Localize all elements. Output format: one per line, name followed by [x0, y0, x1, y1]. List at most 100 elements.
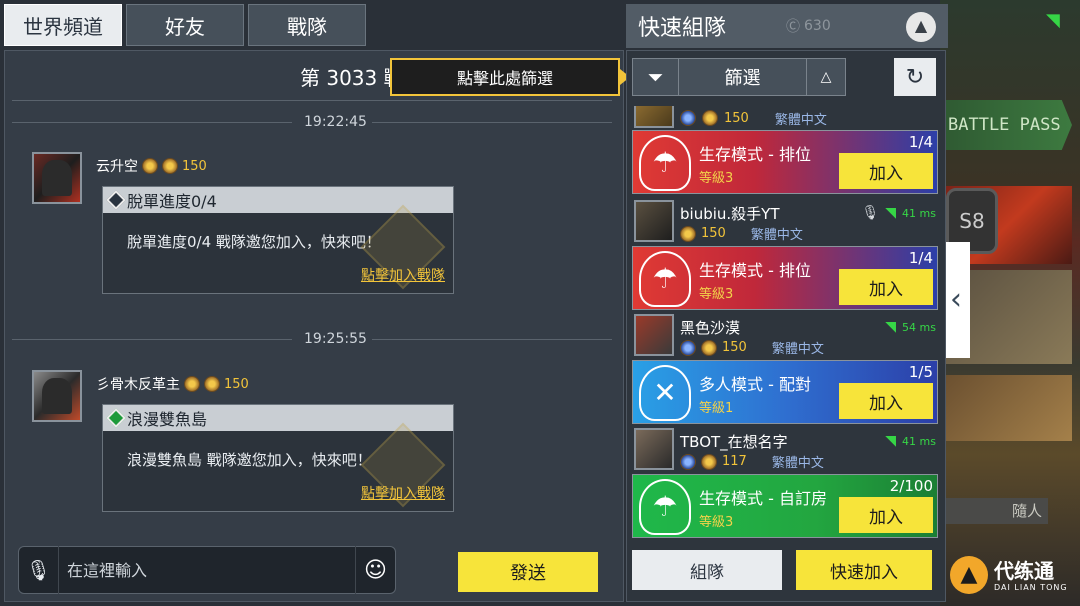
wifi-icon: ◥: [885, 205, 897, 221]
team-level: 等級1: [699, 401, 734, 416]
rank-points: 150: [224, 376, 249, 392]
team-points: 150: [722, 340, 747, 355]
team-card: biubiu.殺手YT 🎙 ◥ 41 ms 150 繁體中文 ☂ 生存模式 - …: [632, 198, 940, 312]
message-timestamp: 19:22:45: [304, 114, 367, 130]
time-divider-right: [372, 122, 612, 123]
logo-title: 代练通: [994, 558, 1054, 583]
coin-value: 630: [804, 18, 831, 34]
rank-icon: [680, 339, 696, 356]
avatar[interactable]: [32, 370, 82, 422]
avatar[interactable]: [634, 200, 674, 242]
tab-clan[interactable]: 戰隊: [248, 4, 366, 46]
gold-coin-icon: [680, 225, 696, 242]
team-ping: 54 ms: [902, 320, 936, 334]
time-divider-left: [12, 122, 292, 123]
team-card: TBOT_在想名字 ◥ 41 ms 117 繁體中文 ☂ 生存模式 - 自訂房 …: [632, 426, 940, 540]
team-points: 117: [722, 454, 747, 469]
parachute-icon: ☂: [639, 479, 691, 535]
filter-tooltip[interactable]: 點擊此處篩選: [390, 58, 620, 96]
gold-coin-icon: [162, 158, 178, 174]
battle-pass-banner[interactable]: BATTLE PASS: [944, 100, 1072, 150]
team-level: 等級3: [699, 515, 734, 530]
join-clan-link[interactable]: 點擊加入戰隊: [361, 265, 445, 285]
team-points: 150: [701, 226, 726, 241]
message-timestamp: 19:25:55: [304, 331, 367, 347]
tab-friends[interactable]: 好友: [126, 4, 244, 46]
chevron-left-icon[interactable]: ‹: [942, 242, 970, 358]
message-username[interactable]: 云升空 150: [96, 156, 207, 176]
emoji-icon[interactable]: ☺: [355, 546, 395, 594]
event-card-bottom[interactable]: [944, 375, 1072, 441]
chat-input[interactable]: [59, 547, 355, 593]
join-button[interactable]: 加入: [839, 153, 933, 189]
rank-points: 150: [182, 158, 207, 174]
clan-invite-bubble[interactable]: 脫單進度0/4 脫單進度0/4 戰隊邀您加入，快來吧！ 點擊加入戰隊: [102, 186, 454, 294]
coin-icon: Ⓒ: [786, 19, 801, 35]
avatar[interactable]: [634, 314, 674, 356]
team-ping: 41 ms: [902, 434, 936, 448]
gold-coin-icon: [701, 339, 717, 356]
avatar[interactable]: [634, 428, 674, 470]
username-text: 彡骨木反革主: [96, 377, 180, 393]
background-join-strip: 隨人: [944, 498, 1048, 524]
wifi-icon: ◥: [885, 319, 897, 335]
clan-invite-bubble[interactable]: 浪漫雙魚島 浪漫雙魚島 戰隊邀您加入，快來吧！ 點擊加入戰隊: [102, 404, 454, 512]
join-button[interactable]: 加入: [839, 383, 933, 419]
microphone-icon[interactable]: 🎙: [19, 546, 59, 594]
quick-join-button[interactable]: 快速加入: [796, 550, 932, 590]
rank-icon: [184, 376, 200, 392]
create-team-button[interactable]: 組隊: [632, 550, 782, 590]
team-member-count: 2/100: [889, 477, 933, 495]
team-mode-banner: ☂ 生存模式 - 自訂房 等級3 2/100 加入: [632, 474, 938, 538]
team-mode: 生存模式 - 自訂房: [699, 489, 827, 508]
collapse-up-icon[interactable]: ▲: [906, 12, 936, 42]
team-mode-banner: ☂ 生存模式 - 排位 等級3 1/4 加入: [632, 246, 938, 310]
clan-diamond-icon: [106, 408, 126, 428]
quick-team-title: 快速組隊: [638, 16, 727, 41]
team-card-subinfo: 117 繁體中文: [680, 452, 824, 471]
logo-mark-icon: ▲: [950, 556, 988, 594]
avatar[interactable]: [32, 152, 82, 204]
bubble-title: 脫單進度0/4: [127, 192, 217, 211]
team-mode-banner: ✕ 多人模式 - 配對 等級1 1/5 加入: [632, 360, 938, 424]
team-card: ☂ 生存模式 - 排位 等級3 1/4 加入: [632, 82, 940, 196]
crossed-guns-icon: ✕: [639, 365, 691, 421]
parachute-icon: ☂: [639, 251, 691, 307]
team-card-subinfo: 150 繁體中文: [680, 224, 803, 243]
coin-balance: Ⓒ 630: [786, 12, 866, 40]
join-clan-link[interactable]: 點擊加入戰隊: [361, 483, 445, 503]
team-language: 繁體中文: [750, 228, 803, 243]
divider: [12, 100, 612, 101]
team-member-count: 1/4: [908, 249, 933, 267]
team-leader-name: biubiu.殺手YT: [680, 204, 780, 223]
chat-input-box: 🎙 ☺: [18, 546, 396, 594]
quick-team-header: 快速組隊 Ⓒ 630 ▲: [626, 4, 948, 48]
team-language: 繁體中文: [771, 342, 824, 357]
team-leader-name: 黑色沙漠: [680, 318, 741, 337]
bubble-title: 浪漫雙魚島: [127, 410, 208, 429]
chat-panel: [4, 50, 624, 602]
team-mode: 生存模式 - 排位: [699, 261, 811, 280]
team-card: 黑色沙漠 ◥ 54 ms 150 繁體中文 ✕ 多人模式 - 配對 等級1 1/…: [632, 312, 940, 426]
logo-subtitle: DAI LIAN TONG: [994, 582, 1068, 592]
team-leader-name: TBOT_在想名字: [680, 432, 788, 451]
gold-coin-icon: [204, 376, 220, 392]
team-member-count: 1/5: [908, 363, 933, 381]
quick-team-actions: 組隊 快速加入: [632, 550, 932, 590]
watermark-logo: ▲ 代练通 DAI LIAN TONG: [950, 548, 1076, 602]
rank-icon: [142, 158, 158, 174]
rank-icon: [680, 453, 696, 470]
team-mode-banner: ☂ 生存模式 - 排位 等級3 1/4 加入: [632, 130, 938, 194]
join-button[interactable]: 加入: [839, 269, 933, 305]
username-text: 云升空: [96, 159, 138, 175]
message-username[interactable]: 彡骨木反革主 150: [96, 374, 249, 394]
join-button[interactable]: 加入: [839, 497, 933, 533]
parachute-icon: ☂: [639, 135, 691, 191]
tab-world-channel[interactable]: 世界頻道: [4, 4, 122, 46]
gold-coin-icon: [701, 453, 717, 470]
send-button[interactable]: 發送: [458, 552, 598, 592]
microphone-icon: 🎙: [861, 205, 880, 221]
team-level: 等級3: [699, 287, 734, 302]
team-card-subinfo: 150 繁體中文: [680, 338, 824, 357]
team-language: 繁體中文: [771, 456, 824, 471]
